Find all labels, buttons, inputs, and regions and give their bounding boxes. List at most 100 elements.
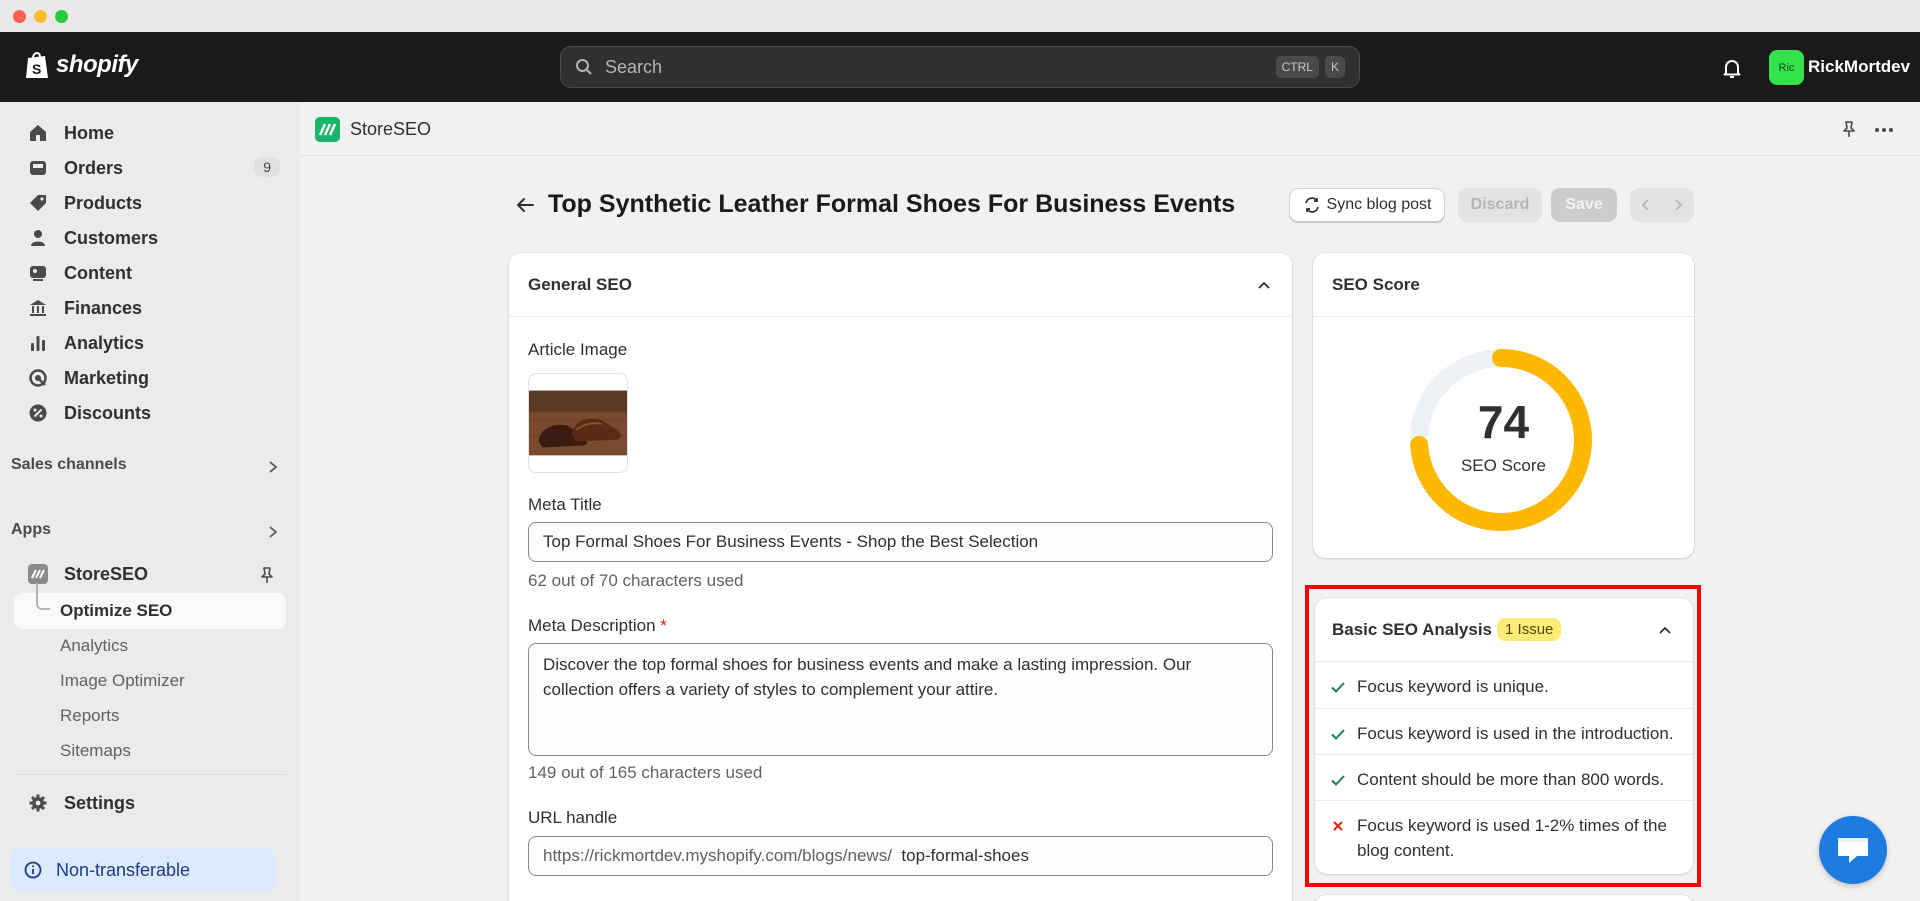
search-bar[interactable]: Search CTRL K: [560, 46, 1360, 88]
sidebar-item-label: Marketing: [64, 367, 150, 388]
cross-icon: [1333, 821, 1343, 831]
person-icon: [31, 230, 45, 246]
avatar[interactable]: Ric: [1769, 50, 1804, 85]
sidebar-item-storeseo[interactable]: StoreSEO: [14, 557, 286, 591]
seo-score-value: 74: [1477, 396, 1530, 448]
sidebar-item-label: Products: [64, 192, 143, 213]
bar-chart-icon: [31, 336, 45, 351]
save-button[interactable]: Save: [1551, 188, 1617, 222]
chat-icon: [1838, 838, 1868, 863]
maximize-window-button[interactable]: [55, 10, 68, 23]
basic-seo-analysis-header[interactable]: Basic SEO Analysis 1 Issue: [1315, 598, 1693, 662]
pin-icon[interactable]: [1840, 120, 1858, 138]
meta-title-helper: 62 out of 70 characters used: [528, 571, 744, 590]
general-seo-header[interactable]: General SEO: [509, 253, 1292, 317]
sidebar-item-label: Analytics: [64, 332, 145, 353]
sidebar-item-home[interactable]: Home: [14, 116, 286, 150]
brand-name: shopify: [56, 51, 138, 78]
chevron-up-icon[interactable]: [1657, 622, 1673, 638]
sidebar-item-marketing[interactable]: Marketing: [14, 361, 286, 395]
divider: [14, 774, 286, 775]
sidebar-item-finances[interactable]: Finances: [14, 291, 286, 325]
apps-heading[interactable]: Apps: [11, 521, 51, 539]
issue-count-badge: 1 Issue: [1497, 618, 1562, 641]
chevron-right-icon[interactable]: [1671, 198, 1685, 212]
sidebar-item-label: Content: [64, 262, 132, 283]
back-arrow-icon[interactable]: [513, 193, 537, 217]
url-handle-value: top-formal-shoes: [901, 846, 1029, 865]
sidebar-item-products[interactable]: Products: [14, 186, 286, 220]
card-title: Basic SEO Analysis: [1332, 619, 1493, 639]
sidebar-item-analytics[interactable]: Analytics: [14, 326, 286, 360]
content-icon: [30, 266, 46, 281]
sidebar-item-orders[interactable]: Orders 9: [14, 151, 286, 185]
non-transferable-banner[interactable]: Non-transferable: [10, 848, 275, 892]
meta-description-helper: 149 out of 165 characters used: [528, 763, 763, 782]
gear-icon: [29, 794, 47, 812]
svg-text:S: S: [32, 61, 41, 77]
discount-icon: [29, 404, 47, 422]
bell-icon[interactable]: [1720, 56, 1744, 80]
shoes-image: [529, 390, 627, 456]
chevron-right-icon[interactable]: [266, 460, 280, 474]
bank-icon: [30, 300, 46, 316]
chevron-up-icon[interactable]: [1256, 277, 1272, 293]
required-asterisk: *: [660, 616, 667, 635]
article-image-label: Article Image: [528, 340, 628, 359]
meta-title-input[interactable]: Top Formal Shoes For Business Events - S…: [528, 522, 1273, 562]
minimize-window-button[interactable]: [34, 10, 47, 23]
store-name[interactable]: RickMortdev: [1808, 57, 1910, 77]
analysis-check-row: Focus keyword is unique.: [1315, 662, 1693, 708]
sidebar-item-content[interactable]: Content: [14, 256, 286, 290]
tree-connector: [36, 583, 50, 610]
chevron-right-icon[interactable]: [266, 525, 280, 539]
sync-blog-post-button[interactable]: Sync blog post: [1289, 188, 1445, 222]
sidebar-subitem-image-optimizer[interactable]: Image Optimizer: [60, 671, 185, 691]
pin-icon[interactable]: [258, 566, 276, 584]
search-placeholder: Search: [605, 56, 663, 77]
page-title: Top Synthetic Leather Formal Shoes For B…: [548, 190, 1236, 218]
orders-icon: [30, 161, 46, 175]
tag-icon: [30, 195, 46, 211]
home-icon: [30, 125, 46, 141]
shopify-logo[interactable]: S shopify: [24, 50, 138, 80]
sidebar-subitem-sitemaps[interactable]: Sitemaps: [60, 741, 131, 761]
check-icon: [1331, 682, 1345, 693]
card-title: SEO Score: [1332, 274, 1420, 294]
sidebar-item-customers[interactable]: Customers: [14, 221, 286, 255]
sidebar-item-label: Finances: [64, 297, 143, 318]
meta-description-label: Meta Description *: [528, 616, 667, 636]
url-handle-input[interactable]: https://rickmortdev.myshopify.com/blogs/…: [528, 836, 1273, 876]
sidebar-item-label: Discounts: [64, 402, 152, 423]
pagination: [1630, 188, 1694, 222]
article-image-thumbnail[interactable]: [528, 373, 628, 473]
meta-description-textarea[interactable]: Discover the top formal shoes for busine…: [528, 643, 1273, 756]
window-titlebar: [0, 0, 1920, 32]
check-icon: [1331, 729, 1345, 740]
orders-count-badge: 9: [254, 157, 280, 177]
meta-description-label-text: Meta Description: [528, 616, 656, 635]
sync-icon: [1304, 197, 1319, 213]
storeseo-app-icon: [28, 564, 48, 584]
analysis-check-row: Focus keyword is used in the introductio…: [1315, 708, 1693, 754]
sales-channels-heading[interactable]: Sales channels: [11, 456, 127, 474]
check-icon: [1331, 775, 1345, 786]
sidebar-item-discounts[interactable]: Discounts: [14, 396, 286, 430]
analysis-check-text: Focus keyword is used 1-2% times of the …: [1357, 816, 1667, 860]
chevron-left-icon[interactable]: [1639, 198, 1653, 212]
analysis-check-text: Focus keyword is unique.: [1357, 677, 1549, 696]
app-header: StoreSEO: [300, 102, 1920, 156]
more-horizontal-icon[interactable]: [1874, 120, 1894, 140]
non-transferable-label: Non-transferable: [56, 859, 191, 880]
close-window-button[interactable]: [13, 10, 26, 23]
sidebar-subitem-optimize-seo[interactable]: Optimize SEO: [60, 601, 172, 621]
shopify-bag-icon: S: [26, 52, 48, 78]
chat-support-button[interactable]: [1819, 816, 1887, 884]
shortcut-key-ctrl: CTRL: [1275, 56, 1319, 78]
sidebar-subitem-analytics[interactable]: Analytics: [60, 636, 128, 656]
seo-score-card: SEO Score 74 SEO Score: [1313, 253, 1694, 558]
sidebar-item-settings[interactable]: Settings: [14, 786, 286, 820]
discard-button[interactable]: Discard: [1458, 188, 1542, 222]
url-prefix: https://rickmortdev.myshopify.com/blogs/…: [543, 846, 892, 865]
sidebar-subitem-reports[interactable]: Reports: [60, 706, 120, 726]
